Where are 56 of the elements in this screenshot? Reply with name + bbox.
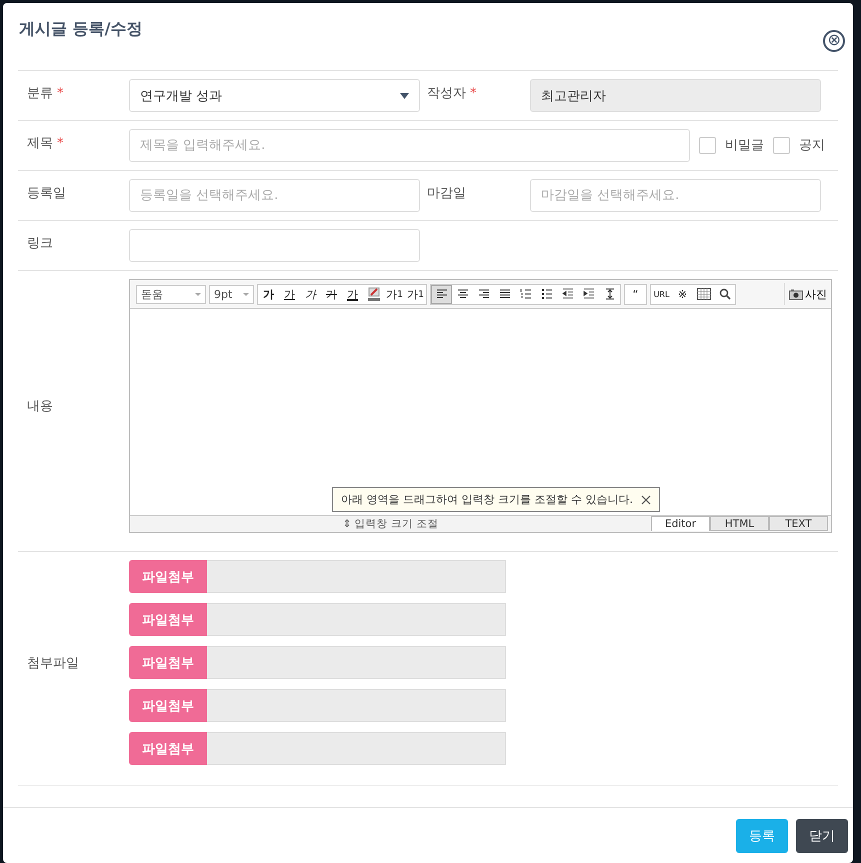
close-button[interactable]: ⊗ (823, 30, 845, 52)
highlighter-icon (366, 287, 380, 301)
indent-icon (582, 288, 594, 300)
justify-icon (498, 288, 510, 300)
mode-tab[interactable]: Editor (651, 516, 710, 531)
field-label-text: 마감일 (427, 186, 466, 201)
close-dialog-button[interactable]: 닫기 (796, 818, 848, 852)
underline-button[interactable]: 가 (279, 284, 300, 304)
align-right-icon (478, 288, 490, 300)
input-field[interactable] (129, 229, 420, 262)
font-size-select[interactable]: 9pt (209, 284, 254, 304)
outdent-icon (562, 288, 574, 300)
input-field[interactable]: 등록일을 선택해주세요. (129, 179, 420, 212)
font-color-button[interactable]: 가 (342, 284, 363, 304)
checkbox[interactable] (773, 137, 790, 154)
toolbar-button[interactable]: “ (625, 284, 646, 304)
required-mark: * (57, 86, 64, 101)
input-field[interactable]: 마감일을 선택해주세요. (530, 179, 821, 212)
mode-tab[interactable]: HTML (710, 516, 769, 531)
align-left-button[interactable] (431, 284, 452, 304)
tooltip-text: 아래 영역을 드래그하여 입력창 크기를 조절할 수 있습니다. (341, 492, 633, 507)
field-label-text: 분류 (27, 86, 53, 101)
line-height-icon (604, 288, 616, 300)
bold-button[interactable]: 가 (258, 284, 279, 304)
field-label-text: 등록일 (27, 186, 66, 201)
search-icon (718, 288, 730, 300)
font-select[interactable]: 돋움 (136, 284, 206, 304)
category-select[interactable]: 연구개발 성과 (129, 79, 420, 112)
checkbox-label: 비밀글 (725, 137, 764, 154)
bullet-list-icon (540, 288, 552, 300)
author-field: 최고관리자 (530, 79, 821, 112)
required-mark: * (470, 86, 476, 101)
toolbar-button[interactable]: ※ (672, 284, 693, 304)
checkbox[interactable] (699, 137, 716, 154)
italic-button[interactable]: 가 (300, 284, 321, 304)
photo-button[interactable]: 사진 (784, 283, 831, 305)
field-label-text: 작성자 (427, 86, 466, 101)
checkbox-label: 공지 (799, 137, 825, 154)
align-center-icon (456, 288, 468, 300)
ordered-list-icon (520, 288, 532, 300)
toolbar-button[interactable]: URL (651, 284, 672, 304)
table-icon (696, 288, 710, 300)
resize-handle[interactable]: ⇕ 입력창 크기 조절 (130, 516, 651, 532)
close-icon[interactable] (640, 494, 651, 504)
required-mark: * (57, 136, 64, 151)
dialog-title: 게시글 등록/수정 (19, 19, 142, 40)
strikethrough-button[interactable]: 가 (321, 284, 342, 304)
align-left-icon (436, 288, 448, 300)
field-label-text: 제목 (27, 136, 53, 151)
field-label-text: 링크 (27, 236, 53, 251)
mode-tab[interactable]: TEXT (769, 516, 828, 531)
title-field[interactable]: 제목을 입력해주세요. (129, 129, 690, 162)
camera-icon (789, 288, 803, 300)
field-label: 내용 (27, 398, 54, 415)
caret-icon (400, 92, 409, 98)
field-label: 첨부파일 (27, 654, 80, 672)
